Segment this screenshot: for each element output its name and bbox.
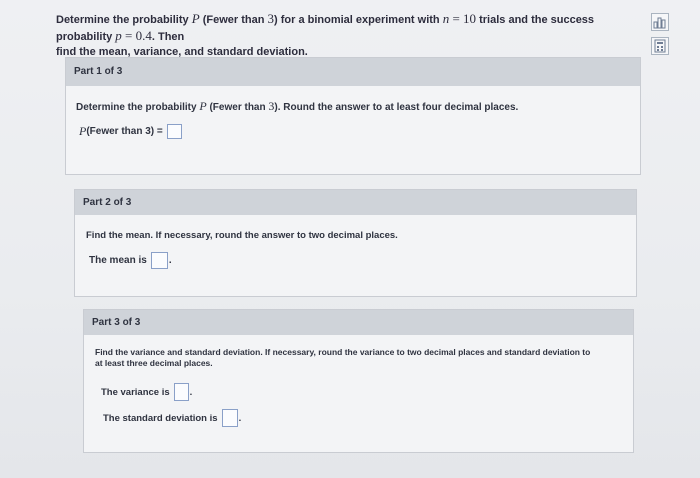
standard-deviation-answer-input[interactable] [221,409,238,427]
math-P: P [79,124,87,138]
problem-text: ) for a binomial experiment with [274,14,443,26]
part-2-header: Part 2 of 3 [75,190,636,215]
problem-text: (Fewer than [199,14,268,26]
part-1-card: Part 1 of 3 Determine the probability P … [65,57,641,175]
calculator-icon[interactable] [651,37,669,55]
part-1-header: Part 1 of 3 [66,58,640,86]
math-10: 10 [463,11,477,26]
part-2-answer-row: The mean is . [89,252,172,269]
math-P: P [191,11,200,26]
math-equals: = [449,11,464,26]
variance-answer-input[interactable] [173,383,189,401]
sd-period: . [238,412,242,424]
probability-label: (Fewer than 3) = [86,126,163,137]
question-line-2: at least three decimal places. [95,358,213,368]
tool-panel [651,13,669,61]
part-3-card: Part 3 of 3 Find the variance and standa… [83,309,634,453]
part-3-header: Part 3 of 3 [84,310,633,335]
math-0-4: 0.4 [135,28,152,43]
problem-text: Determine the probability [56,14,192,26]
part-2-card: Part 2 of 3 Find the mean. If necessary,… [74,189,637,297]
part-3-question: Find the variance and standard deviation… [95,347,627,369]
part-2-question: Find the mean. If necessary, round the a… [86,230,398,241]
chart-icon[interactable] [651,13,669,31]
mean-period: . [168,255,172,266]
mean-label: The mean is [89,255,147,266]
problem-line-1: Determine the probability P (Fewer than … [56,11,646,45]
variance-label: The variance is [101,386,170,398]
variance-answer-row: The variance is . [101,383,192,401]
sd-answer-row: The standard deviation is . [103,409,241,427]
math-equals: = [121,28,136,43]
probability-answer-input[interactable] [166,124,182,139]
part-1-answer-row: P (Fewer than 3) = [79,124,182,139]
question-text: ). Round the answer to at least four dec… [274,102,519,113]
problem-statement: Determine the probability P (Fewer than … [56,11,646,60]
standard-deviation-label: The standard deviation is [103,412,218,424]
variance-period: . [189,386,193,398]
problem-text: . Then [151,31,185,43]
mean-answer-input[interactable] [150,252,168,269]
question-text: (Fewer than [206,102,269,113]
question-line-1: Find the variance and standard deviation… [95,347,591,357]
part-1-question: Determine the probability P (Fewer than … [76,99,636,114]
question-text: Determine the probability [76,102,200,113]
math-P: P [199,99,207,113]
